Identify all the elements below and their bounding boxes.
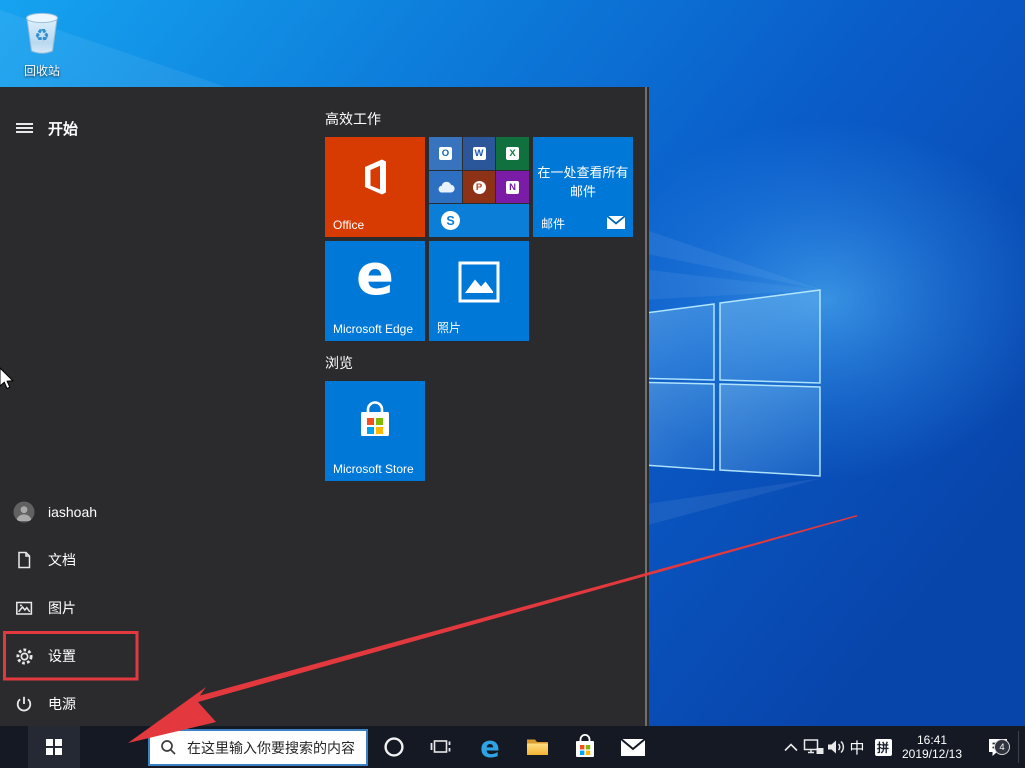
word-mini-tile: W <box>463 137 495 170</box>
speaker-icon <box>826 738 846 756</box>
sidebar-item-pictures[interactable]: 图片 <box>0 584 300 632</box>
start-menu-panel: 开始 iashoah 文档 <box>0 87 649 726</box>
notification-count-badge: 4 <box>994 739 1010 755</box>
excel-icon: X <box>506 147 519 160</box>
power-icon <box>14 694 34 714</box>
ime-pinyin-badge: 拼 <box>875 739 892 756</box>
chevron-up-icon <box>783 742 799 752</box>
tray-network[interactable] <box>802 726 826 768</box>
excel-mini-tile: X <box>496 137 529 170</box>
tile-edge[interactable]: e Microsoft Edge <box>325 241 425 341</box>
user-name-label: iashoah <box>48 504 97 520</box>
powerpoint-mini-tile: P <box>463 171 495 203</box>
onedrive-mini-tile <box>429 171 462 203</box>
edge-logo: e <box>325 243 425 308</box>
tile-office-apps-grid[interactable]: O W X P N S <box>429 137 529 237</box>
windows-logo-icon <box>46 739 63 756</box>
start-button[interactable] <box>28 726 80 768</box>
taskbar-search-box[interactable] <box>148 729 368 766</box>
user-avatar <box>13 501 35 523</box>
cortana-icon <box>383 736 405 758</box>
svg-text:♻: ♻ <box>34 26 49 45</box>
action-center-button[interactable]: 4 <box>980 726 1016 768</box>
recycle-bin-desktop-icon[interactable]: ♻ 回收站 <box>12 8 72 79</box>
outlook-mini-tile: O <box>429 137 462 170</box>
search-input[interactable] <box>185 739 359 757</box>
documents-label: 文档 <box>48 550 76 570</box>
edge-icon: e <box>480 733 500 762</box>
pictures-icon <box>14 598 34 618</box>
sidebar-item-documents[interactable]: 文档 <box>0 536 300 584</box>
sidebar-item-settings[interactable]: 设置 <box>0 632 300 680</box>
hamburger-icon <box>16 120 33 136</box>
file-explorer-icon <box>525 736 550 758</box>
skype-icon: S <box>441 211 460 230</box>
ime-mode-label: 中 <box>849 737 864 758</box>
tray-ime-mode[interactable]: 中 <box>845 726 869 768</box>
photos-tile-label: 照片 <box>437 319 461 336</box>
taskbar-store-button[interactable] <box>561 726 609 768</box>
start-menu-header: 开始 <box>0 104 300 152</box>
onedrive-cloud-icon <box>436 180 456 194</box>
skype-mini-tile: S <box>429 204 529 237</box>
word-icon: W <box>473 147 486 160</box>
gear-icon <box>14 646 35 667</box>
tile-office[interactable]: Office <box>325 137 425 237</box>
clock-date: 2019/12/13 <box>902 747 962 761</box>
mail-tile-label: 邮件 <box>541 215 565 232</box>
mouse-cursor <box>0 367 15 391</box>
tile-photos[interactable]: 照片 <box>429 241 529 341</box>
file-explorer-button[interactable] <box>513 726 561 768</box>
power-label: 电源 <box>48 694 76 714</box>
start-menu-title: 开始 <box>48 118 78 139</box>
tile-mail[interactable]: 在一处查看所有 邮件 邮件 <box>533 137 633 237</box>
tray-clock[interactable]: 16:41 2019/12/13 <box>893 726 971 768</box>
mail-live-text: 在一处查看所有 邮件 <box>533 163 633 201</box>
group-title-productivity: 高效工作 <box>325 109 381 129</box>
onenote-mini-tile: N <box>496 171 529 203</box>
document-icon <box>14 550 34 570</box>
photos-icon <box>457 260 501 304</box>
tray-ime-badge[interactable]: 拼 <box>871 726 895 768</box>
search-icon <box>160 739 177 756</box>
cortana-button[interactable] <box>370 726 418 768</box>
show-desktop-divider[interactable] <box>1018 731 1019 763</box>
taskbar-edge-button[interactable]: e <box>466 726 514 768</box>
windows-desktop: { "desktop": { "recycle_bin": "回收站" }, "… <box>0 0 1025 768</box>
pictures-label: 图片 <box>48 598 76 618</box>
powerpoint-icon: P <box>473 181 486 194</box>
task-view-button[interactable] <box>417 726 465 768</box>
store-icon <box>573 734 597 760</box>
outlook-icon: O <box>439 147 452 160</box>
start-menu-scrollbar[interactable] <box>645 87 648 726</box>
onenote-icon: N <box>506 181 519 194</box>
office-tile-label: Office <box>333 218 364 232</box>
hamburger-menu-button[interactable] <box>0 120 48 136</box>
task-view-icon <box>429 735 453 759</box>
network-icon <box>803 738 825 756</box>
recycle-bin-label: 回收站 <box>12 62 72 79</box>
recycle-bin-icon: ♻ <box>20 8 64 56</box>
sidebar-item-user[interactable]: iashoah <box>0 488 300 536</box>
settings-label: 设置 <box>48 646 76 666</box>
mail-envelope-icon <box>607 216 625 229</box>
taskbar: e <box>0 726 1025 768</box>
store-bag-icon <box>353 398 397 442</box>
office-logo <box>352 154 398 200</box>
edge-tile-label: Microsoft Edge <box>333 322 413 336</box>
tray-show-hidden-icons[interactable] <box>779 726 803 768</box>
sidebar-item-power[interactable]: 电源 <box>0 680 300 728</box>
clock-time: 16:41 <box>917 733 947 747</box>
tile-store[interactable]: Microsoft Store <box>325 381 425 481</box>
group-title-explore: 浏览 <box>325 353 353 373</box>
mail-icon <box>620 738 646 757</box>
store-tile-label: Microsoft Store <box>333 462 414 476</box>
taskbar-mail-button[interactable] <box>609 726 657 768</box>
